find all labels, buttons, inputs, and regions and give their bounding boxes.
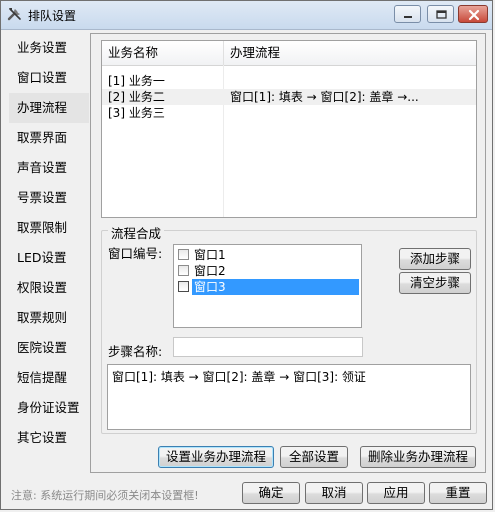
checkbox[interactable] [178, 249, 189, 260]
sidebar-item-ticket-rules[interactable]: 取票规则 [9, 303, 89, 333]
sidebar-item-process-flow[interactable]: 办理流程 [9, 93, 89, 123]
business-name-cell: [3] 业务三 [108, 106, 165, 120]
sidebar-item-permission-settings[interactable]: 权限设置 [9, 273, 89, 303]
ok-button[interactable]: 确定 [242, 482, 300, 504]
sidebar-item-business-settings[interactable]: 业务设置 [9, 33, 89, 63]
sidebar-item-ticket-settings[interactable]: 号票设置 [9, 183, 89, 213]
step-name-label: 步骤名称: [108, 344, 163, 359]
add-step-button[interactable]: 添加步骤 [399, 248, 471, 270]
delete-business-flow-button[interactable]: 删除业务办理流程 [360, 446, 476, 468]
sidebar-item-other-settings[interactable]: 其它设置 [9, 423, 89, 453]
set-business-flow-button[interactable]: 设置业务办理流程 [158, 446, 274, 468]
reset-button[interactable]: 重置 [429, 482, 487, 504]
clear-steps-button[interactable]: 清空步骤 [399, 272, 471, 294]
close-icon [468, 9, 480, 21]
sidebar-item-sound-settings[interactable]: 声音设置 [9, 153, 89, 183]
checkbox[interactable] [178, 265, 189, 276]
window-title: 排队设置 [28, 9, 77, 23]
sidebar: 业务设置 窗口设置 办理流程 取票界面 声音设置 号票设置 取票限制 LED设置… [9, 33, 89, 473]
process-flow-cell: 窗口[1]: 填表 → 窗口[2]: 盖章 →... [230, 90, 419, 104]
sidebar-item-sms-reminder[interactable]: 短信提醒 [9, 363, 89, 393]
table-row[interactable]: [3] 业务三 [102, 105, 476, 121]
window-option-label: 窗口2 [194, 264, 226, 278]
group-title: 流程合成 [108, 223, 165, 242]
business-name-cell: [1] 业务一 [108, 74, 165, 88]
window-option-label: 窗口1 [194, 248, 226, 262]
settings-window: 排队设置 业务设置 窗口设置 办理流程 取票界面 声音设置 号票设置 取票限制 … [0, 0, 493, 510]
checkbox[interactable] [178, 281, 189, 292]
window-option-label: 窗口3 [192, 279, 359, 295]
list-item[interactable]: 窗口1 [176, 247, 359, 263]
column-header-business-name[interactable]: 业务名称 [102, 41, 224, 65]
sidebar-item-id-card-settings[interactable]: 身份证设置 [9, 393, 89, 423]
close-button[interactable] [458, 5, 488, 23]
minimize-icon [404, 16, 412, 18]
flow-compose-group: 流程合成 窗口编号: 窗口1 窗口2 窗口3 添加步骤 清空步骤 步骤名称: 窗… [101, 223, 477, 434]
sidebar-item-ticket-limit[interactable]: 取票限制 [9, 213, 89, 243]
business-name-cell: [2] 业务二 [108, 90, 165, 104]
process-flow-panel: 业务名称 办理流程 [1] 业务一 [2] 业务二 窗口[1]: 填表 → 窗口… [90, 33, 486, 473]
list-header: 业务名称 办理流程 [102, 41, 476, 66]
title-bar[interactable]: 排队设置 [1, 1, 492, 30]
maximize-icon [436, 10, 447, 19]
table-row[interactable]: [2] 业务二 窗口[1]: 填表 → 窗口[2]: 盖章 →... [102, 89, 476, 105]
tools-icon [7, 6, 23, 22]
column-header-process-flow[interactable]: 办理流程 [224, 41, 476, 65]
list-item[interactable]: 窗口3 [176, 279, 359, 295]
maximize-button[interactable] [427, 5, 454, 23]
business-flow-list[interactable]: 业务名称 办理流程 [1] 业务一 [2] 业务二 窗口[1]: 填表 → 窗口… [101, 40, 477, 218]
sidebar-item-window-settings[interactable]: 窗口设置 [9, 63, 89, 93]
step-name-input[interactable] [173, 337, 363, 357]
window-number-label: 窗口编号: [108, 246, 163, 261]
sidebar-item-led-settings[interactable]: LED设置 [9, 243, 89, 273]
cancel-button[interactable]: 取消 [305, 482, 363, 504]
flow-text-area[interactable]: 窗口[1]: 填表 → 窗口[2]: 盖章 → 窗口[3]: 领证 [107, 364, 471, 430]
list-item[interactable]: 窗口2 [176, 263, 359, 279]
footer-note: 注意: 系统运行期间必须关闭本设置框! [11, 489, 199, 502]
minimize-button[interactable] [394, 5, 421, 23]
apply-button[interactable]: 应用 [367, 482, 425, 504]
sidebar-item-hospital-settings[interactable]: 医院设置 [9, 333, 89, 363]
window-checklist[interactable]: 窗口1 窗口2 窗口3 [173, 244, 362, 328]
table-row[interactable]: [1] 业务一 [102, 73, 476, 89]
all-settings-button[interactable]: 全部设置 [280, 446, 348, 468]
sidebar-item-ticket-screen[interactable]: 取票界面 [9, 123, 89, 153]
